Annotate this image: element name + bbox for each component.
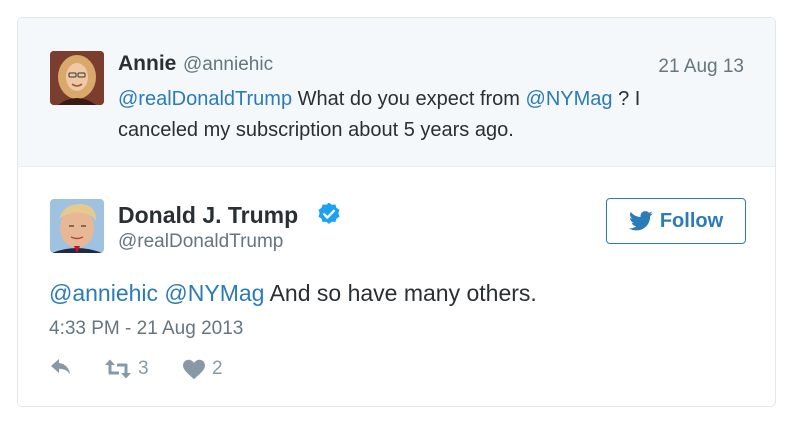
reply-button[interactable]	[49, 358, 73, 380]
mention-link[interactable]: @NYMag	[526, 88, 613, 110]
trump-avatar[interactable]	[50, 199, 104, 253]
like-count: 2	[212, 358, 223, 379]
like-button[interactable]: 2	[182, 358, 223, 380]
follow-label: Follow	[659, 209, 724, 232]
tweet-text-segment: And so have many others.	[264, 280, 537, 306]
parent-tweet[interactable]: Annie @anniehic 21 Aug 13 @realDonaldTru…	[18, 18, 775, 167]
tweet-timestamp[interactable]: 4:33 PM - 21 Aug 2013	[49, 318, 243, 340]
verified-badge-icon	[318, 202, 340, 224]
twitter-bird-icon	[628, 211, 653, 231]
parent-author-name[interactable]: Annie	[118, 52, 176, 76]
parent-tweet-text: @realDonaldTrump What do you expect from…	[118, 84, 718, 146]
tweet-text: @anniehic @NYMag And so have many others…	[49, 280, 537, 307]
parent-author-handle[interactable]: @anniehic	[183, 54, 273, 76]
retweet-button[interactable]: 3	[104, 358, 149, 380]
tweet-author-handle[interactable]: @realDonaldTrump	[118, 231, 283, 253]
embedded-tweet-card: Annie @anniehic 21 Aug 13 @realDonaldTru…	[17, 17, 776, 407]
tweet-actions: 3 2	[49, 358, 349, 386]
parent-tweet-date[interactable]: 21 Aug 13	[658, 56, 744, 78]
heart-icon	[183, 359, 205, 380]
tweet-author-name[interactable]: Donald J. Trump	[118, 202, 298, 229]
annie-avatar[interactable]	[50, 51, 104, 105]
mention-link[interactable]: @NYMag	[164, 280, 264, 306]
mention-link[interactable]: @realDonaldTrump	[118, 88, 292, 110]
retweet-icon	[105, 359, 131, 379]
mention-link[interactable]: @anniehic	[49, 280, 158, 306]
tweet-text-segment: What do you expect from	[292, 88, 526, 110]
follow-button[interactable]: Follow	[606, 198, 746, 244]
reply-icon	[51, 359, 71, 375]
retweet-count: 3	[138, 358, 149, 379]
